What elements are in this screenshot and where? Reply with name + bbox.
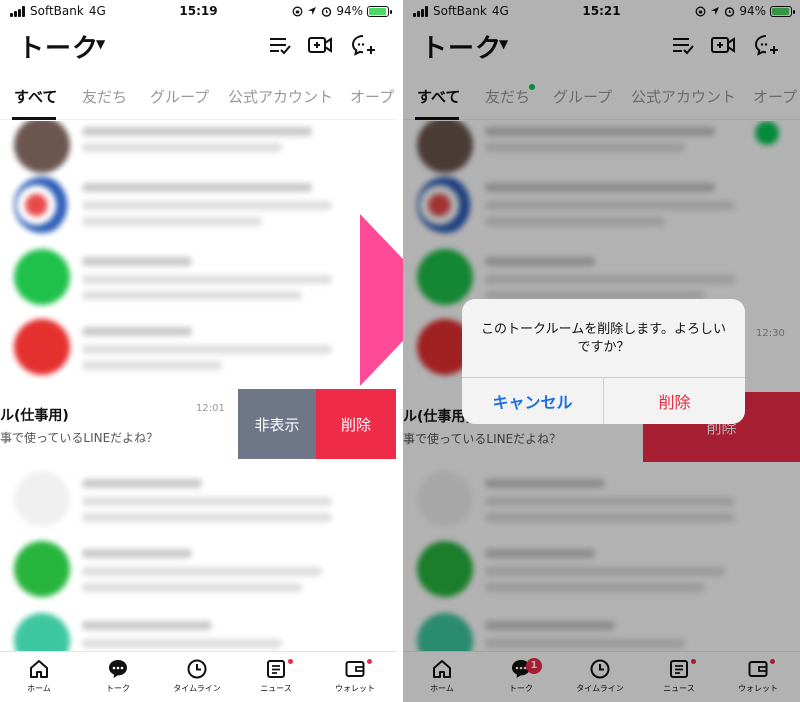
bottom-nav: ホーム トーク タイムライン ニュース ウォレット	[0, 651, 397, 702]
battery-percent: 94%	[336, 4, 363, 18]
list-item[interactable]	[0, 465, 397, 535]
swiped-chat-row[interactable]: ル(仕事用) 事で使っているLINEだよね？ 12:01 非表示 削除	[0, 381, 397, 461]
chat-time: 12:01	[196, 403, 225, 414]
tab-groups[interactable]: グループ	[150, 86, 209, 107]
phone-screen-before: SoftBank 4G 15:19 94% トーク ▼ すべて 友だち グループ…	[0, 0, 397, 702]
confirm-delete-dialog: このトークルームを削除します。よろしいですか？ キャンセル 削除	[462, 299, 745, 424]
avatar	[14, 471, 70, 527]
hide-button[interactable]: 非表示	[238, 389, 316, 459]
list-item[interactable]	[0, 121, 397, 179]
news-icon	[267, 660, 285, 678]
avatar	[14, 541, 70, 597]
page-title[interactable]: トーク	[18, 28, 99, 65]
delete-button[interactable]: 削除	[316, 389, 396, 459]
list-item[interactable]	[0, 173, 397, 243]
alarm-icon	[322, 6, 332, 17]
nav-talk[interactable]: トーク	[83, 658, 153, 694]
avatar	[14, 249, 70, 305]
list-item[interactable]	[0, 535, 397, 605]
new-chat-icon[interactable]	[351, 33, 377, 57]
caret-down-icon[interactable]: ▼	[96, 37, 105, 51]
chat-name: ル(仕事用)	[0, 408, 69, 424]
tab-openchat[interactable]: オープ	[350, 86, 394, 107]
clock-icon	[187, 659, 207, 679]
notification-dot	[367, 659, 372, 664]
avatar	[14, 319, 70, 375]
avatar	[14, 613, 70, 651]
dialog-message: このトークルームを削除します。よろしいですか？	[481, 322, 726, 355]
nav-news[interactable]: ニュース	[241, 658, 311, 694]
video-call-icon[interactable]	[307, 33, 333, 57]
active-tab-indicator	[12, 117, 56, 120]
chat-last-message: 事で使っているLINEだよね？	[0, 431, 159, 445]
edit-list-icon[interactable]	[267, 33, 293, 57]
tab-bar: すべて 友だち グループ 公式アカウント オープ	[0, 76, 397, 120]
nav-label: ニュース	[260, 684, 292, 693]
tab-all[interactable]: すべて	[14, 86, 57, 107]
lock-rotation-icon	[292, 6, 303, 16]
location-icon	[308, 7, 317, 15]
status-bar: SoftBank 4G 15:19 94%	[0, 0, 397, 22]
header: トーク ▼	[0, 24, 397, 68]
cancel-button[interactable]: キャンセル	[462, 378, 603, 424]
list-item[interactable]	[0, 243, 397, 313]
home-icon	[30, 660, 48, 678]
nav-label: トーク	[106, 684, 130, 693]
notification-dot	[288, 659, 293, 664]
phone-screen-after: SoftBank 4G 15:21 94% トーク ▼ すべて 友だち グループ…	[403, 0, 800, 702]
tab-friends[interactable]: 友だち	[82, 86, 127, 107]
confirm-delete-button[interactable]: 削除	[604, 378, 745, 424]
wallet-icon	[345, 661, 365, 677]
nav-label: ホーム	[27, 684, 51, 693]
nav-timeline[interactable]: タイムライン	[162, 658, 232, 694]
battery-icon	[367, 5, 392, 17]
nav-label: ウォレット	[335, 684, 375, 693]
tab-official-accounts[interactable]: 公式アカウント	[228, 86, 333, 107]
nav-home[interactable]: ホーム	[4, 658, 74, 694]
list-item[interactable]	[0, 313, 397, 383]
nav-label: タイムライン	[173, 684, 221, 693]
avatar	[14, 177, 70, 233]
chat-icon	[109, 660, 127, 678]
list-item[interactable]	[0, 605, 397, 651]
avatar	[14, 121, 70, 173]
nav-wallet[interactable]: ウォレット	[320, 658, 390, 694]
